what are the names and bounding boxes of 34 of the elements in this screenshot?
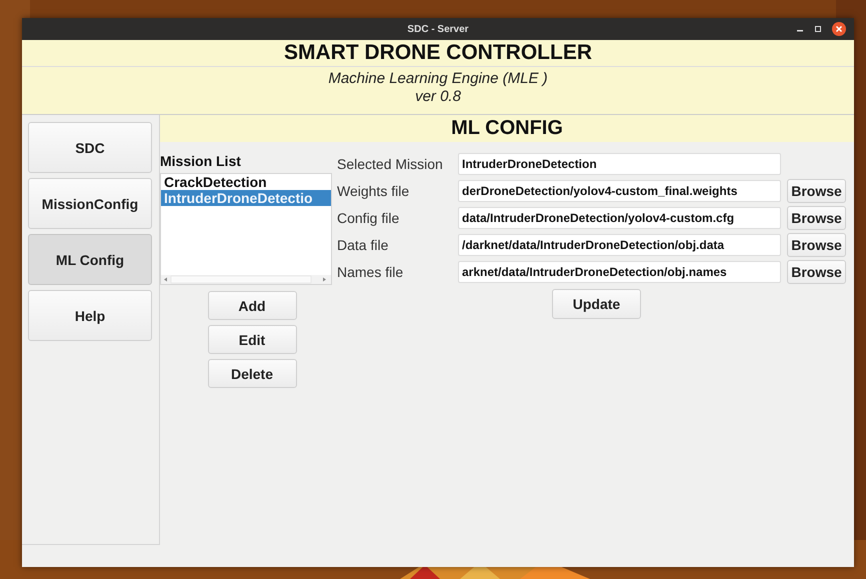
mission-button[interactable]: Edit — [208, 325, 296, 354]
update-button[interactable]: Update — [552, 289, 641, 319]
field-label: Config file — [337, 210, 400, 226]
browse-button[interactable]: Browse — [787, 233, 846, 257]
field-label: Data file — [337, 237, 390, 253]
window-title: SDC - Server — [407, 24, 469, 34]
sidebar-tab[interactable]: Help — [28, 290, 152, 341]
app-title: SMART DRONE CONTROLLER — [22, 40, 854, 67]
browse-button[interactable]: Browse — [787, 206, 846, 230]
app-subtitle: Machine Learning Engine (MLE ) — [328, 70, 548, 88]
maximize-icon[interactable] — [814, 25, 822, 33]
close-icon[interactable] — [832, 22, 846, 36]
version-label: ver 0.8 — [415, 88, 461, 106]
browse-button[interactable]: Browse — [787, 260, 846, 284]
input-field[interactable]: arknet/data/IntruderDroneDetection/obj.names — [458, 261, 781, 283]
input-field[interactable]: data/IntruderDroneDetection/yolov4-custom.cfg — [458, 207, 781, 229]
mission-list-item[interactable]: IntruderDroneDetectio — [161, 190, 331, 206]
mission-list-label: Mission List — [160, 153, 241, 169]
browse-button[interactable]: Browse — [787, 179, 846, 203]
field-label: Selected Mission — [337, 156, 444, 172]
section-title: ML CONFIG — [160, 115, 854, 142]
mission-list-item[interactable]: CrackDetection — [161, 174, 267, 190]
field-label: Names file — [337, 264, 404, 280]
input-field[interactable]: /darknet/data/IntruderDroneDetection/obj.data — [458, 234, 781, 256]
mission-button[interactable]: Add — [208, 291, 296, 320]
input-field[interactable]: IntruderDroneDetection — [458, 153, 781, 175]
sidebar-tab[interactable]: SDC — [28, 122, 152, 173]
field-label: Weights file — [337, 183, 410, 199]
sidebar-tab[interactable]: ML Config — [28, 234, 152, 285]
horizontal-scrollbar[interactable] — [161, 275, 331, 284]
sidebar-tab[interactable]: MissionConfig — [28, 178, 152, 229]
input-field[interactable]: derDroneDetection/yolov4-custom_final.weights — [458, 180, 781, 202]
mission-list[interactable]: CrackDetection IntruderDroneDetectio — [160, 173, 332, 285]
mission-button[interactable]: Delete — [208, 359, 296, 388]
